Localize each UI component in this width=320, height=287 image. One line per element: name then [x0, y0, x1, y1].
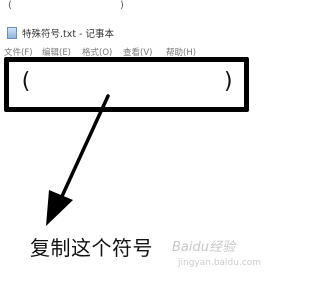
baidu-watermark-url: jingyan.baidu.com: [178, 258, 262, 268]
baidu-watermark: Baidu经验: [172, 240, 235, 255]
copy-symbol-caption: 复制这个符号: [30, 236, 153, 260]
